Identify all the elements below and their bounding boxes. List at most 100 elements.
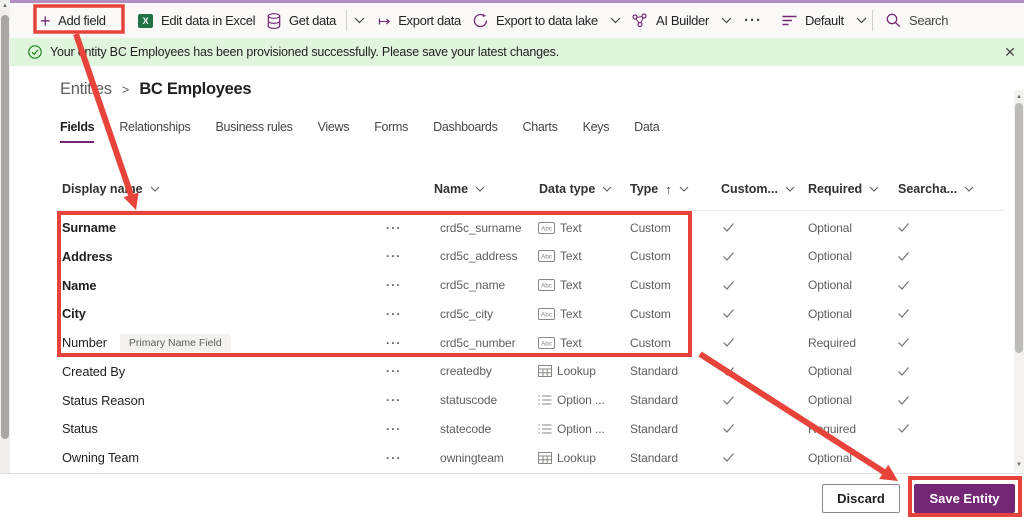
field-required: Optional [808,393,852,407]
primary-name-badge: Primary Name Field [119,333,231,352]
row-more-icon[interactable]: ··· [386,271,402,300]
checkmark-icon [723,395,734,405]
field-type: Custom [630,306,671,321]
more-commands-button[interactable]: ··· [744,3,762,38]
column-header-data-type[interactable]: Data type [539,182,612,196]
get-data-split-chevron[interactable] [354,3,365,38]
table-row[interactable]: Address ··· crd5c_address Abc Text Custom Opti… [0,242,1014,271]
ai-builder-button[interactable]: AI Builder [632,3,732,38]
ai-builder-icon [632,13,647,28]
export-data-button[interactable]: ↦ Export data [378,3,461,38]
row-more-icon[interactable]: ··· [386,299,402,328]
field-type: Custom [630,249,671,264]
tab-charts[interactable]: Charts [523,120,558,143]
tab-forms[interactable]: Forms [374,120,408,143]
toolbar-separator [872,10,873,31]
notification-message: Your entity BC Employees has been provis… [50,45,559,59]
table-row[interactable]: City ··· crd5c_city Abc Text Custom Optional [0,299,1014,328]
table-row[interactable]: Number Primary Name Field ··· crd5c_number A… [0,328,1014,357]
get-data-button[interactable]: Get data [267,3,336,38]
chevron-down-icon [610,17,621,24]
column-header-display-name[interactable]: Display name [62,182,160,196]
field-data-type: Abc Text [538,328,582,357]
chevron-down-icon [964,186,974,192]
field-logical-name: createdby [440,364,492,379]
custom-checkmark [722,328,735,357]
close-icon[interactable]: ✕ [1001,43,1019,61]
checkmark-icon [898,395,909,405]
field-required: Optional [808,306,852,321]
field-type: Custom [630,278,671,292]
table-row[interactable]: Name ··· crd5c_name Abc Text Custom Optional [0,271,1014,300]
text-type-icon: Abc [538,336,555,349]
save-entity-button[interactable]: Save Entity [914,484,1015,513]
checkmark-icon [723,424,734,434]
field-display-name: Address [62,248,113,264]
column-header-searchable[interactable]: Searcha... [898,182,974,196]
scroll-down-icon[interactable]: ▼ [1014,460,1024,470]
searchable-checkmark [897,299,910,328]
chevron-down-icon [354,17,365,24]
column-header-required[interactable]: Required [808,182,879,196]
checkmark-icon [723,453,734,462]
column-header-type[interactable]: Type ↑ [630,182,689,196]
search-box[interactable]: Search [886,3,948,38]
checkmark-icon [723,338,734,347]
tab-relationships[interactable]: Relationships [119,120,190,143]
content-scrollbar-thumb[interactable] [1015,103,1023,353]
table-row[interactable]: Status Reason ··· statuscode Option ... Stan… [0,386,1014,415]
row-more-icon[interactable]: ··· [386,386,402,415]
tab-views[interactable]: Views [318,120,350,143]
tab-business-rules[interactable]: Business rules [215,120,292,143]
column-header-custom[interactable]: Custom... [721,182,795,196]
field-required: Optional [808,364,852,379]
field-type: Standard [630,450,678,465]
scroll-up-icon[interactable]: ▲ [1014,92,1024,102]
tab-keys[interactable]: Keys [583,120,610,143]
row-more-icon[interactable]: ··· [386,357,402,386]
chevron-down-icon [475,186,485,192]
scroll-up-icon[interactable]: ▲ [0,1,10,11]
view-selector-button[interactable]: Default [782,3,867,38]
edit-data-excel-button[interactable]: X Edit data in Excel [138,3,256,38]
field-display-name: Surname [62,220,117,235]
field-logical-name: crd5c_city [440,306,494,321]
chevron-down-icon [721,17,732,24]
toolbar-separator [346,10,347,31]
tab-dashboards[interactable]: Dashboards [433,120,498,143]
field-display-name: Name [62,277,97,293]
breadcrumb-separator-icon: > [121,82,130,97]
checkmark-icon [723,251,734,261]
field-required: Required [808,335,856,350]
export-data-lake-button[interactable]: Export to data lake [473,3,621,38]
table-row[interactable]: Surname ··· crd5c_surname Abc Text Custom Opti… [0,213,1014,242]
row-more-icon[interactable]: ··· [386,328,402,357]
tab-fields[interactable]: Fields [60,120,95,143]
table-header: Display name Name Data type Type ↑ Custo… [0,182,1014,208]
checkmark-icon [898,309,909,319]
content-scrollbar[interactable]: ▲ ▼ [1014,90,1024,472]
get-data-label: Get data [289,13,337,28]
row-more-icon[interactable]: ··· [386,213,402,242]
column-header-name[interactable]: Name [434,182,485,196]
row-more-icon[interactable]: ··· [386,414,402,443]
breadcrumb-entities[interactable]: Entities [60,80,112,99]
row-more-icon[interactable]: ··· [386,242,402,271]
field-data-type: Option ... [538,386,605,415]
row-more-icon[interactable]: ··· [386,443,402,472]
chevron-down-icon [785,186,795,192]
entity-tabs: Fields Relationships Business rules Views Fo… [60,120,660,143]
custom-checkmark [722,414,735,443]
table-row[interactable]: Owning Team ··· owningteam Lookup Standard Op… [0,443,1014,472]
table-row[interactable]: Status ··· statecode Option ... Standard Requ… [0,414,1014,443]
custom-checkmark [722,299,735,328]
tab-data[interactable]: Data [634,120,660,143]
chevron-down-icon [869,186,879,192]
add-field-button[interactable]: + Add field [40,3,106,38]
checkmark-icon [723,366,734,376]
table-row[interactable]: Created By ··· createdby Lookup Standard Opti… [0,357,1014,386]
custom-checkmark [722,271,735,300]
field-data-type: Abc Text [538,242,582,271]
field-required: Required [808,421,856,436]
discard-button[interactable]: Discard [822,484,900,513]
